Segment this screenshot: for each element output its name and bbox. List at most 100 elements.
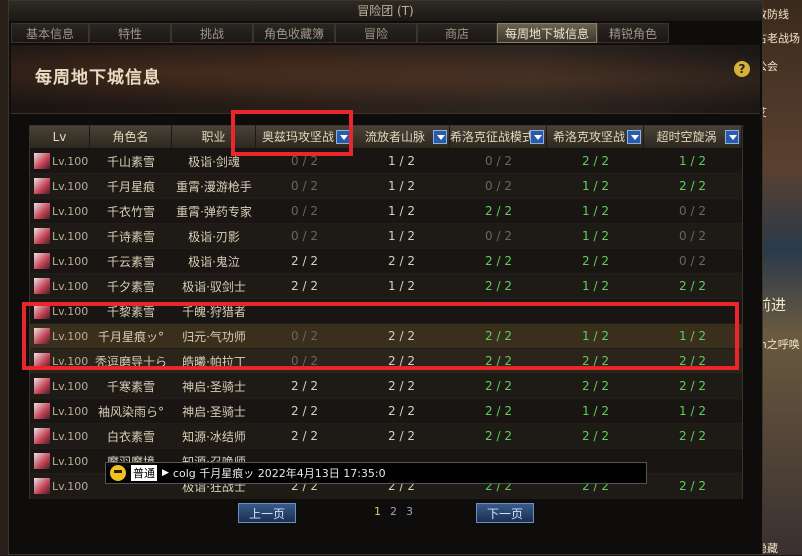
- dungeon-progress-cell: 2 / 2: [291, 429, 318, 443]
- level-text: Lv.100: [52, 429, 89, 443]
- table-row[interactable]: Lv.100 千月星痕 重霄·漫游枪手 0 / 2 1 / 2 0 / 2 1 / 2 2 /…: [30, 174, 742, 199]
- window-title[interactable]: 冒险团 (T): [9, 1, 762, 21]
- table-row[interactable]: Lv.100 白衣素雪 知源·冰结师 2 / 2 2 / 2 2 / 2 2 / 2 2 / …: [30, 424, 742, 449]
- level-text: Lv.100: [52, 404, 89, 418]
- character-job: 极诣·刃影: [188, 229, 240, 244]
- header-sirocco-raid[interactable]: 希洛克攻坚战: [547, 126, 644, 148]
- page-number[interactable]: 2: [390, 505, 397, 518]
- table-row[interactable]: Lv.100 千山素雪 极诣·剑魂 0 / 21 / 20 / 22 / 21 / 2: [30, 149, 742, 174]
- dungeon-progress-cell: 2 / 2: [291, 404, 318, 418]
- character-avatar-icon: [34, 203, 50, 219]
- header-sirocco-campaign[interactable]: 希洛克征战模式: [450, 126, 547, 148]
- header-time-vortex[interactable]: 超时空旋涡: [644, 126, 742, 148]
- character-name: 千山素雪: [106, 154, 155, 169]
- tab-traits[interactable]: 特性: [89, 23, 171, 43]
- page-number[interactable]: 1: [374, 505, 381, 518]
- dungeon-progress-cell: 0 / 2: [485, 229, 512, 243]
- level-text: Lv.100: [52, 204, 89, 218]
- header-name: 角色名: [90, 126, 172, 148]
- level-cell: Lv.100: [30, 153, 90, 169]
- table-row[interactable]: Lv.100 千云素雪 极诣·鬼泣 2 / 2 2 / 2 2 / 2 2 / 2 0 / 2: [30, 249, 742, 274]
- next-page-button[interactable]: 下一页: [476, 503, 534, 523]
- tab-adventure[interactable]: 冒险: [335, 23, 417, 43]
- level-text: Lv.100: [52, 154, 89, 168]
- dungeon-progress-cell: 1 / 2: [582, 204, 609, 218]
- dungeon-progress-cell: 0 / 2: [679, 229, 706, 243]
- dungeon-progress-cell: 0 / 2: [291, 204, 318, 218]
- tab-elite-characters[interactable]: 精锐角色: [597, 23, 669, 43]
- dungeon-progress-cell: 1 / 2: [582, 404, 609, 418]
- dungeon-progress-cell: 0 / 2: [485, 179, 512, 193]
- highlight-box-ozma-column: [231, 110, 353, 156]
- character-name: 千诗素雪: [106, 229, 155, 244]
- dungeon-progress-cell: 2 / 2: [485, 429, 512, 443]
- page-title: 每周地下城信息: [35, 68, 161, 88]
- tab-shop[interactable]: 商店: [417, 23, 497, 43]
- arrow-right-icon: ▶: [162, 468, 169, 478]
- dungeon-progress-cell: 2 / 2: [679, 429, 706, 443]
- highlight-box-rows: [22, 302, 739, 370]
- character-name: 千寒素雪: [106, 379, 155, 394]
- dungeon-progress-cell: 0 / 2: [485, 154, 512, 168]
- tab-challenge[interactable]: 挑战: [171, 23, 253, 43]
- tab-basic-info[interactable]: 基本信息: [11, 23, 89, 43]
- page-numbers: 1 2 3: [374, 505, 422, 518]
- dungeon-progress-cell: 2 / 2: [291, 379, 318, 393]
- character-avatar-icon: [34, 178, 50, 194]
- dungeon-progress-cell: 1 / 2: [388, 179, 415, 193]
- tab-weekly-dungeon[interactable]: 每周地下城信息: [497, 23, 597, 43]
- prev-page-button[interactable]: 上一页: [238, 503, 296, 523]
- dungeon-progress-cell: 0 / 2: [291, 154, 318, 168]
- header-lv: Lv: [30, 126, 90, 148]
- help-icon[interactable]: ?: [734, 61, 750, 77]
- dungeon-progress-cell: 1 / 2: [679, 404, 706, 418]
- dungeon-progress-cell: 2 / 2: [485, 379, 512, 393]
- character-avatar-icon: [34, 453, 50, 469]
- dungeon-progress-cell: 2 / 2: [679, 179, 706, 193]
- dungeon-progress-cell: 1 / 2: [388, 229, 415, 243]
- tab-bar: 基本信息 特性 挑战 角色收藏簿 冒险 商店 每周地下城信息 精锐角色: [11, 23, 669, 43]
- page-number[interactable]: 3: [406, 505, 413, 518]
- tab-character-collection[interactable]: 角色收藏簿: [253, 23, 335, 43]
- level-text: Lv.100: [52, 379, 89, 393]
- dungeon-progress-cell: 2 / 2: [582, 429, 609, 443]
- dropdown-arrow-icon[interactable]: [530, 130, 544, 144]
- character-job: 知源·冰结师: [182, 429, 246, 444]
- chat-channel-tag[interactable]: 普通: [130, 464, 158, 482]
- dungeon-progress-cell: 2 / 2: [485, 279, 512, 293]
- table-row[interactable]: Lv.100 千诗素雪 极诣·刃影 0 / 2 1 / 2 0 / 2 1 / 2 0 / 2: [30, 224, 742, 249]
- dungeon-progress-cell: 1 / 2: [582, 179, 609, 193]
- character-avatar-icon: [34, 228, 50, 244]
- level-cell: Lv.100: [30, 378, 90, 394]
- level-cell: Lv.100: [30, 178, 90, 194]
- level-text: Lv.100: [52, 454, 89, 468]
- dungeon-progress-cell: 2 / 2: [291, 254, 318, 268]
- dungeon-progress-cell: 2 / 2: [582, 154, 609, 168]
- character-avatar-icon: [34, 253, 50, 269]
- table-row[interactable]: Lv.100 千寒素雪 神启·圣骑士 2 / 2 2 / 2 2 / 2 2 / 2 2 / …: [30, 374, 742, 399]
- table-row[interactable]: Lv.100 千衣竹雪 重霄·弹药专家 0 / 2 1 / 2 2 / 2 1 / 2 0 /…: [30, 199, 742, 224]
- dropdown-arrow-icon[interactable]: [725, 130, 739, 144]
- header-exile-mountains[interactable]: 流放者山脉: [353, 126, 450, 148]
- character-job: 极诣·驭剑士: [182, 279, 246, 294]
- character-avatar-icon: [34, 278, 50, 294]
- character-name: 袖风染雨ら°: [97, 404, 164, 419]
- dropdown-arrow-icon[interactable]: [433, 130, 447, 144]
- table-row[interactable]: Lv.100 千夕素雪 极诣·驭剑士 2 / 2 1 / 2 2 / 2 1 / 2 2 / …: [30, 274, 742, 299]
- dungeon-progress-cell: 2 / 2: [388, 379, 415, 393]
- dungeon-progress-cell: 2 / 2: [388, 254, 415, 268]
- character-job: 重霄·漫游枪手: [176, 179, 252, 194]
- chat-message-bar: 普通 ▶ colg 千月星痕ッ 2022年4月13日 17:35:0: [105, 462, 647, 484]
- character-name: 千月星痕: [106, 179, 155, 194]
- dungeon-progress-cell: 0 / 2: [291, 179, 318, 193]
- level-cell: Lv.100: [30, 453, 90, 469]
- character-avatar-icon: [34, 403, 50, 419]
- character-name: 千云素雪: [106, 254, 155, 269]
- dropdown-arrow-icon[interactable]: [627, 130, 641, 144]
- level-cell: Lv.100: [30, 403, 90, 419]
- level-cell: Lv.100: [30, 228, 90, 244]
- character-avatar-icon: [34, 153, 50, 169]
- character-job: 神启·圣骑士: [182, 379, 246, 394]
- character-avatar-icon: [34, 378, 50, 394]
- table-row[interactable]: Lv.100 袖风染雨ら° 神启·圣骑士 2 / 2 2 / 2 2 / 2 1 / 2 1 …: [30, 399, 742, 424]
